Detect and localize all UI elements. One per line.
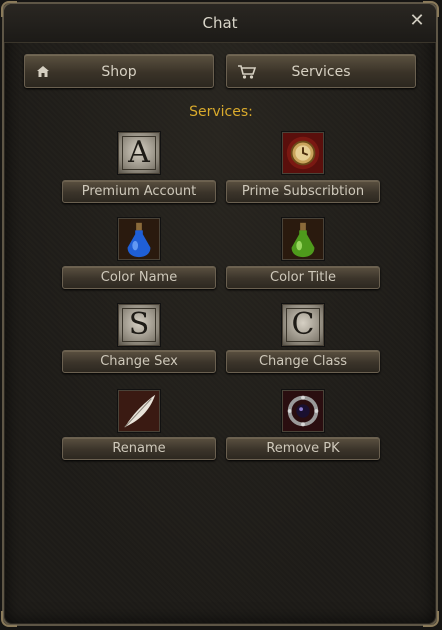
window-title: Chat bbox=[202, 14, 238, 32]
blue-potion-icon[interactable] bbox=[118, 218, 160, 260]
frame-corner-ornament bbox=[1, 611, 17, 627]
letter-c-icon[interactable]: C bbox=[282, 304, 324, 346]
shop-button-label: Shop bbox=[101, 64, 137, 80]
remove-pk-button[interactable]: Remove PK bbox=[226, 437, 380, 460]
rename-button[interactable]: Rename bbox=[62, 437, 216, 460]
services-button-label: Services bbox=[291, 64, 351, 80]
section-title: Services: bbox=[189, 104, 253, 120]
letter-s-icon[interactable]: S bbox=[118, 304, 160, 346]
change-sex-button[interactable]: Change Sex bbox=[62, 350, 216, 373]
prime-subscription-button[interactable]: Prime Subscribtion bbox=[226, 180, 380, 203]
feather-quill-icon[interactable] bbox=[118, 390, 160, 432]
title-bar[interactable]: Chat ✕ bbox=[4, 4, 436, 43]
color-title-button[interactable]: Color Title bbox=[226, 266, 380, 289]
green-potion-icon[interactable] bbox=[282, 218, 324, 260]
frame-corner-ornament bbox=[423, 611, 439, 627]
shop-button[interactable]: Shop bbox=[24, 54, 214, 88]
gem-ring-icon[interactable] bbox=[282, 390, 324, 432]
premium-account-button[interactable]: Premium Account bbox=[62, 180, 216, 203]
services-button[interactable]: Services bbox=[226, 54, 416, 88]
change-class-button[interactable]: Change Class bbox=[226, 350, 380, 373]
color-name-button[interactable]: Color Name bbox=[62, 266, 216, 289]
clock-coin-icon[interactable] bbox=[282, 132, 324, 174]
letter-a-icon[interactable]: A bbox=[118, 132, 160, 174]
close-icon[interactable]: ✕ bbox=[406, 10, 428, 32]
chat-window: Chat ✕ bbox=[1, 1, 439, 627]
